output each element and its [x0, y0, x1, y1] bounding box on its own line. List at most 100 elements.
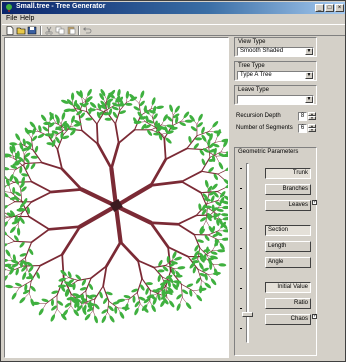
leaf [212, 271, 221, 276]
chaos-button[interactable]: Chaos [265, 314, 311, 325]
open-icon[interactable] [16, 26, 26, 35]
new-icon[interactable] [5, 26, 15, 35]
leaf [209, 262, 213, 270]
leaf [9, 142, 18, 146]
leaf [10, 226, 16, 233]
tree-branch [186, 148, 205, 151]
recursion-depth-label: Recursion Depth [236, 113, 281, 119]
leaves-checkbox[interactable]: ✓ [312, 200, 317, 205]
tree-branch [56, 148, 63, 170]
geometric-parameters-group: Geometric Parameters Trunk Branches Leav… [234, 147, 317, 356]
tree-branch [149, 221, 180, 226]
leaf [85, 117, 93, 121]
leaf [5, 249, 11, 257]
leaf [221, 237, 230, 241]
maximize-button[interactable]: □ [325, 4, 334, 12]
slider-tick [240, 308, 242, 309]
branches-button[interactable]: Branches [265, 184, 311, 195]
leaf [218, 162, 224, 170]
tree-branch [39, 253, 64, 267]
cut-icon[interactable] [44, 26, 54, 35]
leaf [61, 112, 66, 120]
chaos-checkbox[interactable]: ✓ [312, 314, 317, 319]
recursion-depth-spinner[interactable]: ▲ ▼ [308, 112, 316, 121]
angle-button[interactable]: Angle [265, 257, 311, 268]
toolbar-separator [40, 26, 42, 35]
tree-branch [96, 123, 99, 145]
leaf [165, 137, 172, 144]
length-button[interactable]: Length [265, 241, 311, 252]
app-window: Small.tree - Tree Generator _ □ × File H… [0, 0, 346, 362]
tree-branch [61, 253, 65, 280]
spin-down-icon[interactable]: ▼ [308, 116, 316, 120]
leaf [121, 306, 130, 310]
tree-viewport[interactable] [0, 37, 234, 358]
segments-label: Number of Segments [236, 125, 293, 131]
minimize-button[interactable]: _ [315, 4, 324, 12]
leaf [67, 271, 72, 279]
tree-branch [1, 191, 12, 193]
tree-branch [109, 166, 119, 209]
undo-icon[interactable] [82, 26, 92, 35]
paste-icon[interactable] [66, 26, 76, 35]
leaves-button[interactable]: Leaves [265, 200, 311, 211]
leave-type-label: Leave Type [238, 87, 269, 93]
section-button[interactable]: Section [265, 225, 311, 236]
leaf [132, 295, 136, 303]
leaf [12, 187, 16, 195]
tree-branch [137, 259, 155, 269]
leaf [151, 304, 156, 313]
close-button[interactable]: × [335, 4, 344, 12]
control-panel: View Type Smooth Shaded ▼ Tree Type Type… [232, 37, 344, 358]
view-type-select[interactable]: Smooth Shaded ▼ [237, 47, 314, 56]
menu-file[interactable]: File [6, 15, 17, 22]
leaf [15, 133, 21, 141]
leaf [19, 297, 26, 304]
leave-type-select[interactable]: ▼ [237, 95, 314, 104]
chevron-down-icon[interactable]: ▼ [305, 48, 313, 55]
slider-thumb[interactable] [242, 312, 253, 317]
leaf [24, 152, 31, 158]
leaf [185, 302, 192, 310]
tree-branch [105, 240, 122, 268]
window-title: Small.tree - Tree Generator [16, 3, 106, 10]
chevron-down-icon[interactable]: ▼ [305, 72, 313, 79]
save-icon[interactable] [27, 26, 37, 35]
leaf [174, 105, 180, 113]
leaf [151, 97, 156, 105]
segments-spinner[interactable]: ▲ ▼ [308, 124, 316, 133]
spin-down-icon[interactable]: ▼ [308, 128, 316, 132]
leaf [166, 116, 173, 122]
tree-branch [60, 167, 83, 191]
tree-branch [30, 191, 53, 203]
ratio-button[interactable]: Ratio [265, 298, 311, 309]
leaf [169, 104, 174, 113]
leaf [22, 272, 27, 280]
leaf [57, 300, 64, 306]
leaf [221, 213, 230, 217]
copy-icon[interactable] [55, 26, 65, 35]
leaf [192, 260, 200, 264]
leaf [1, 166, 10, 171]
tree-branch [81, 129, 99, 145]
chevron-down-icon[interactable]: ▼ [305, 96, 313, 103]
segments-field[interactable]: 6 [298, 124, 307, 133]
leaf [139, 100, 145, 107]
leaf [156, 105, 164, 110]
initial-value-button[interactable]: Initial Value [265, 282, 311, 293]
leaf [197, 122, 203, 128]
leaf [210, 278, 217, 286]
leaf [30, 285, 36, 292]
tree-branch [96, 142, 113, 170]
recursion-depth-field[interactable]: 8 [298, 112, 307, 121]
tree-app-icon [6, 4, 12, 12]
trunk-button[interactable]: Trunk [265, 168, 311, 179]
leaf [119, 311, 125, 319]
tree-type-select[interactable]: Type A Tree ▼ [237, 71, 314, 80]
menu-help[interactable]: Help [20, 15, 34, 22]
leaf [0, 258, 9, 262]
tree-branch [114, 122, 120, 144]
leaf [177, 266, 186, 270]
tree-branch [110, 141, 121, 170]
leave-type-group: Leave Type ▼ [234, 85, 317, 105]
